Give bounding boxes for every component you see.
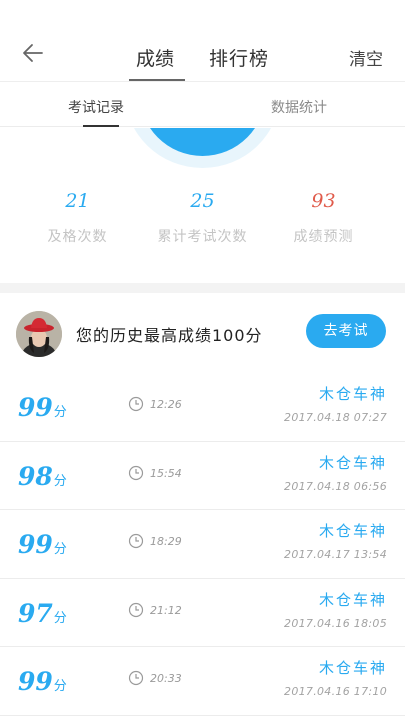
- score-value: 99: [18, 393, 53, 422]
- record-username: 木仓车神: [318, 385, 387, 403]
- score-value: 98: [18, 461, 53, 491]
- record-username: 木仓车神: [318, 659, 387, 678]
- stat-total-exams: 25 累计考试次数: [135, 190, 270, 246]
- score-unit: 分: [53, 405, 67, 420]
- tab-score[interactable]: 成绩: [136, 44, 174, 71]
- record-score: 97分: [18, 599, 67, 628]
- record-score: 99分: [18, 530, 67, 559]
- record-score: 99分: [18, 667, 67, 696]
- record-score: 98分: [18, 462, 67, 491]
- section-divider: [0, 283, 405, 293]
- score-value: 99: [18, 667, 53, 697]
- score-value: 99: [18, 530, 53, 560]
- stat-label: 累计考试次数: [157, 229, 248, 245]
- score-gauge: [0, 128, 405, 168]
- clear-button[interactable]: 清空: [349, 45, 383, 70]
- profile-banner: 您的历史最高成绩100分 去考试: [0, 293, 405, 373]
- stat-label: 成绩预测: [293, 229, 354, 245]
- record-duration: 15:54: [150, 466, 182, 480]
- clock-icon: [128, 602, 144, 617]
- record-username: 木仓车神: [318, 453, 387, 472]
- tab-leaderboard[interactable]: 排行榜: [209, 44, 269, 71]
- record-row[interactable]: 97分 21:12 木仓车神 2017.04.16 18:05: [0, 578, 405, 648]
- record-datetime: 2017.04.18 06:56: [284, 479, 387, 493]
- stat-pass-count: 21 及格次数: [10, 190, 145, 246]
- exam-record-list: 99分 12:26 木仓车神 2017.04.18 07:27 98分 15:54 木仓车神…: [0, 373, 405, 716]
- back-arrow-icon[interactable]: [18, 38, 48, 68]
- clock-icon: [128, 671, 144, 686]
- record-duration: 21:12: [150, 603, 182, 617]
- best-score-text: 您的历史最高成绩100分: [76, 326, 263, 345]
- go-exam-button[interactable]: 去考试: [306, 314, 386, 348]
- stats-row: 21 及格次数 25 累计考试次数 93 成绩预测: [0, 190, 405, 270]
- top-header: 成绩 排行榜 清空: [0, 22, 405, 82]
- stat-value: 21: [65, 190, 90, 212]
- status-bar: [0, 0, 405, 22]
- record-row[interactable]: 99分 12:26 木仓车神 2017.04.18 07:27: [0, 373, 405, 442]
- clock-icon: [128, 534, 144, 549]
- record-datetime: 2017.04.18 07:27: [284, 411, 387, 424]
- sub-tab-bar: 考试记录 数据统计: [0, 83, 405, 127]
- score-unit: 分: [53, 610, 67, 626]
- active-subtab-indicator: [83, 125, 119, 127]
- record-duration: 18:29: [150, 535, 182, 549]
- score-unit: 分: [53, 679, 67, 695]
- stat-label: 及格次数: [47, 229, 108, 245]
- record-row[interactable]: 99分 20:33 木仓车神 2017.04.16 17:10: [0, 647, 405, 716]
- record-datetime: 2017.04.16 17:10: [284, 685, 387, 699]
- record-row[interactable]: 98分 15:54 木仓车神 2017.04.18 06:56: [0, 441, 405, 511]
- stat-value: 93: [311, 190, 336, 212]
- record-row[interactable]: 99分 18:29 木仓车神 2017.04.17 13:54: [0, 510, 405, 579]
- score-value: 97: [18, 598, 53, 628]
- clock-icon: [128, 396, 144, 412]
- avatar[interactable]: [16, 311, 62, 357]
- score-unit: 分: [53, 542, 67, 558]
- record-username: 木仓车神: [318, 590, 387, 609]
- record-username: 木仓车神: [318, 522, 387, 541]
- record-duration: 20:33: [150, 672, 182, 686]
- record-datetime: 2017.04.16 18:05: [284, 616, 387, 630]
- stat-value: 25: [190, 190, 215, 212]
- record-duration: 12:26: [150, 398, 182, 411]
- clock-icon: [128, 465, 144, 480]
- subtab-statistics[interactable]: 数据统计: [271, 97, 327, 117]
- record-score: 99分: [18, 393, 67, 422]
- subtab-exam-records[interactable]: 考试记录: [68, 97, 124, 117]
- stat-score-prediction: 93 成绩预测: [256, 190, 391, 246]
- record-datetime: 2017.04.17 13:54: [284, 548, 387, 562]
- score-unit: 分: [53, 473, 67, 489]
- active-tab-indicator: [129, 79, 185, 81]
